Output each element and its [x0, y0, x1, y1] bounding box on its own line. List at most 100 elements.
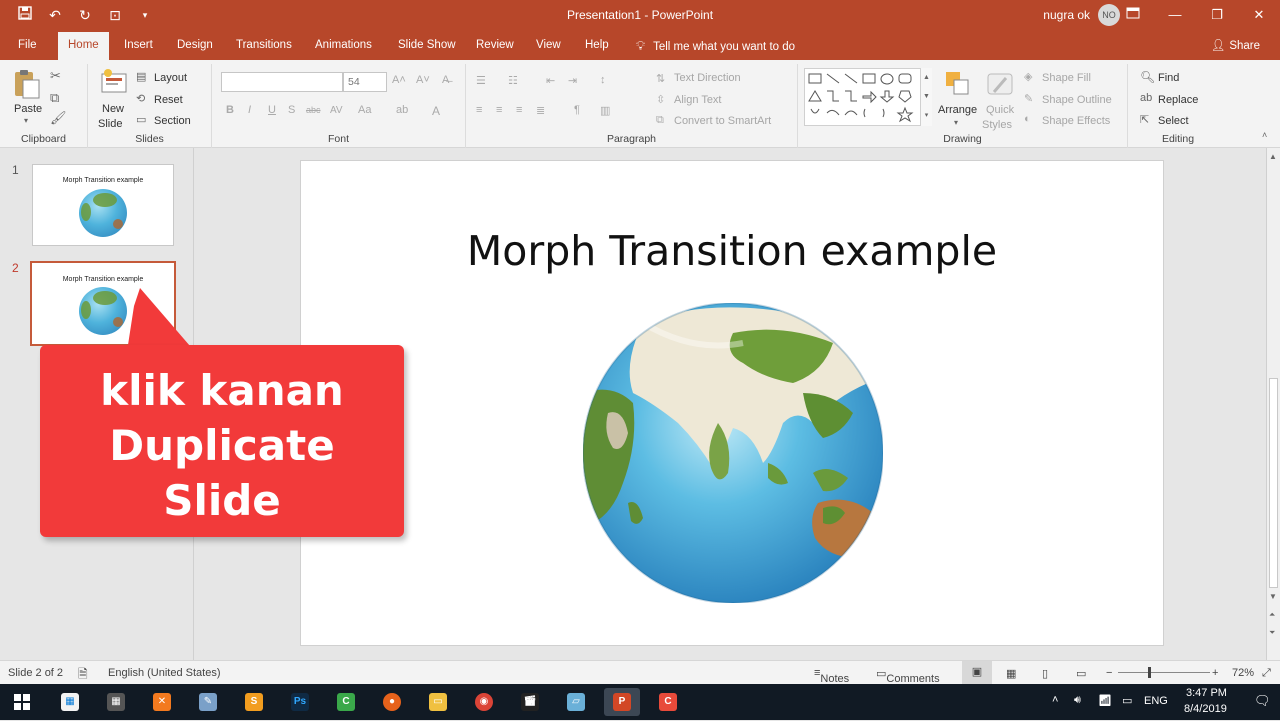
- align-right-icon[interactable]: ≡: [516, 104, 522, 116]
- tab-file[interactable]: File: [18, 39, 37, 51]
- camtasia-recorder-icon[interactable]: C: [654, 688, 682, 716]
- scroll-down-icon[interactable]: ▼: [1269, 592, 1277, 601]
- align-text-icon[interactable]: ⇳: [656, 93, 665, 106]
- shapes-scroll[interactable]: ▲ ▼ ▾: [920, 68, 932, 126]
- decrease-indent-icon[interactable]: ⇤: [546, 74, 555, 87]
- powerpoint-taskbar-icon[interactable]: P: [604, 688, 640, 716]
- paint-icon[interactable]: ✎: [194, 688, 222, 716]
- comments-button[interactable]: ▭ Comments: [876, 667, 940, 685]
- close-icon[interactable]: ✕: [1238, 0, 1280, 32]
- text-direction-rtl-icon[interactable]: ¶: [574, 104, 580, 116]
- bullets-icon[interactable]: ☰: [476, 74, 486, 87]
- quick-styles-icon[interactable]: [986, 70, 1016, 100]
- tab-insert[interactable]: Insert: [124, 39, 153, 51]
- fit-slide-icon[interactable]: ⤢: [1262, 667, 1271, 680]
- format-painter-icon[interactable]: 🖌︎: [50, 110, 67, 126]
- new-slide-label-2[interactable]: Slide: [98, 118, 122, 130]
- font-color-icon[interactable]: A: [432, 104, 440, 118]
- font-size-combo[interactable]: 54: [343, 72, 387, 92]
- notes-app-icon[interactable]: ▱: [562, 688, 590, 716]
- shape-fill-button[interactable]: Shape Fill: [1042, 72, 1091, 84]
- paste-label[interactable]: Paste: [14, 103, 42, 115]
- paste-dropdown-icon[interactable]: ▾: [24, 116, 28, 125]
- previous-slide-icon[interactable]: ⏶: [1269, 610, 1275, 620]
- clear-formatting-icon[interactable]: A̶: [442, 74, 449, 86]
- wifi-icon[interactable]: 📶︎: [1098, 694, 1112, 707]
- reset-icon[interactable]: ⟲: [136, 92, 145, 105]
- smartart-icon[interactable]: ⧉: [656, 114, 664, 127]
- tab-animations[interactable]: Animations: [315, 39, 372, 51]
- clock-time[interactable]: 3:47 PM: [1186, 687, 1227, 699]
- font-name-combo[interactable]: [221, 72, 343, 92]
- section-icon[interactable]: ▭: [136, 113, 146, 126]
- calculator-icon[interactable]: ▦: [102, 688, 130, 716]
- strikethrough-icon[interactable]: abc: [306, 105, 321, 115]
- section-button[interactable]: Section: [154, 115, 191, 127]
- xampp-icon[interactable]: ✕: [148, 688, 176, 716]
- shapes-gallery[interactable]: [804, 68, 932, 126]
- tell-me-search[interactable]: 💡︎ Tell me what you want to do: [636, 38, 795, 54]
- zoom-slider-thumb[interactable]: [1148, 667, 1151, 678]
- find-icon[interactable]: 🔍︎: [1140, 70, 1155, 84]
- tab-view[interactable]: View: [536, 39, 561, 51]
- shape-outline-icon[interactable]: ✎: [1024, 92, 1033, 105]
- underline-icon[interactable]: U: [268, 104, 276, 116]
- tab-design[interactable]: Design: [177, 39, 213, 51]
- increase-indent-icon[interactable]: ⇥: [568, 74, 577, 87]
- scrollbar-thumb[interactable]: [1269, 378, 1278, 588]
- zoom-in-icon[interactable]: +: [1212, 667, 1218, 679]
- select-button[interactable]: Select: [1158, 115, 1189, 127]
- file-explorer-icon[interactable]: ▭: [424, 688, 452, 716]
- paste-icon[interactable]: [12, 68, 42, 99]
- quick-styles-label-1[interactable]: Quick: [986, 104, 1014, 116]
- columns-icon[interactable]: ▥: [600, 104, 610, 117]
- text-direction-icon[interactable]: ⇅: [656, 72, 665, 85]
- align-center-icon[interactable]: ≡: [496, 104, 502, 116]
- windows-start-icon[interactable]: [8, 688, 36, 716]
- tab-review[interactable]: Review: [476, 39, 514, 51]
- vertical-scrollbar[interactable]: ▲ ▼ ⏶ ⏷: [1266, 148, 1280, 660]
- justify-icon[interactable]: ≣: [536, 104, 545, 117]
- notifications-icon[interactable]: 🗨︎: [1254, 693, 1271, 709]
- firefox-icon[interactable]: ●: [378, 688, 406, 716]
- restore-icon[interactable]: ❐: [1196, 0, 1238, 32]
- volume-icon[interactable]: 🔊︎: [1074, 694, 1081, 707]
- normal-view-icon[interactable]: ▣: [962, 661, 992, 684]
- reset-button[interactable]: Reset: [154, 94, 183, 106]
- convert-to-smartart-button[interactable]: Convert to SmartArt: [674, 115, 771, 127]
- character-spacing-icon[interactable]: AV: [330, 105, 343, 116]
- input-language[interactable]: ENG: [1144, 695, 1168, 707]
- tab-home[interactable]: Home: [58, 32, 109, 60]
- slide-sorter-icon[interactable]: ▦: [1006, 667, 1016, 680]
- copy-icon[interactable]: ⧉: [50, 90, 59, 106]
- reading-view-icon[interactable]: ▯: [1042, 667, 1048, 680]
- new-slide-icon[interactable]: [100, 68, 130, 98]
- italic-icon[interactable]: I: [248, 104, 251, 116]
- user-name[interactable]: nugra ok: [1043, 8, 1090, 22]
- replace-icon[interactable]: ab: [1140, 92, 1152, 104]
- store-icon[interactable]: ▦: [56, 688, 84, 716]
- collapse-ribbon-icon[interactable]: ˄: [1262, 130, 1267, 140]
- zoom-slider[interactable]: [1118, 672, 1210, 673]
- zoom-level[interactable]: 72%: [1232, 667, 1254, 679]
- new-slide-label-1[interactable]: New: [102, 103, 124, 115]
- highlight-icon[interactable]: ab: [396, 104, 408, 116]
- shape-fill-icon[interactable]: ◈: [1024, 70, 1032, 83]
- language-indicator[interactable]: English (United States): [108, 667, 221, 679]
- text-direction-button[interactable]: Text Direction: [674, 72, 741, 84]
- select-icon[interactable]: ⇱: [1140, 113, 1149, 126]
- minimize-icon[interactable]: —: [1154, 0, 1196, 32]
- spell-check-icon[interactable]: 🗎︎: [78, 665, 88, 686]
- layout-icon[interactable]: ▤: [136, 70, 146, 83]
- share-button[interactable]: 👤︎ Share: [1211, 38, 1260, 52]
- scroll-up-icon[interactable]: ▲: [1269, 152, 1277, 161]
- change-case-icon[interactable]: Aa: [358, 104, 371, 116]
- slide-title[interactable]: Morph Transition example: [301, 227, 1163, 275]
- slide-thumbnail-1[interactable]: Morph Transition example: [32, 164, 174, 246]
- layout-button[interactable]: Layout: [154, 72, 187, 84]
- arrange-label[interactable]: Arrange: [938, 104, 977, 116]
- arrange-icon[interactable]: [944, 70, 974, 100]
- tab-slide-show[interactable]: Slide Show: [398, 39, 456, 51]
- clock-date[interactable]: 8/4/2019: [1184, 703, 1227, 715]
- shadow-icon[interactable]: S: [288, 104, 295, 116]
